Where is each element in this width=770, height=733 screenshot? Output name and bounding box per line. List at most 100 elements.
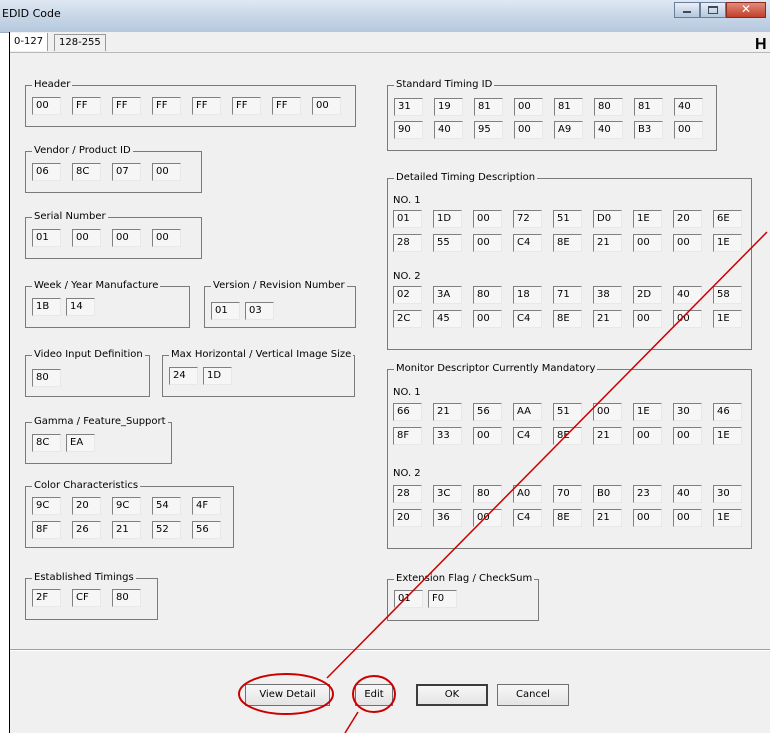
- hex-field[interactable]: 8E: [553, 310, 582, 328]
- hex-field[interactable]: 33: [433, 427, 462, 445]
- hex-field[interactable]: 1D: [203, 367, 232, 385]
- hex-field[interactable]: 00: [312, 97, 341, 115]
- hex-field[interactable]: AA: [513, 403, 542, 421]
- hex-field[interactable]: FF: [152, 97, 181, 115]
- hex-field[interactable]: D0: [593, 210, 622, 228]
- hex-field[interactable]: 36: [433, 509, 462, 527]
- hex-field[interactable]: 21: [593, 427, 622, 445]
- hex-field[interactable]: 01: [211, 302, 240, 320]
- hex-field[interactable]: 00: [673, 310, 702, 328]
- hex-field[interactable]: 1E: [713, 509, 742, 527]
- ok-button[interactable]: OK: [416, 684, 488, 706]
- hex-field[interactable]: B3: [634, 121, 663, 139]
- hex-field[interactable]: 54: [152, 497, 181, 515]
- hex-field[interactable]: 00: [72, 229, 101, 247]
- hex-field[interactable]: 00: [673, 427, 702, 445]
- hex-field[interactable]: 24: [169, 367, 198, 385]
- hex-field[interactable]: 00: [32, 97, 61, 115]
- hex-field[interactable]: 00: [673, 509, 702, 527]
- hex-field[interactable]: 9C: [112, 497, 141, 515]
- hex-field[interactable]: 20: [393, 509, 422, 527]
- hex-field[interactable]: C4: [513, 310, 542, 328]
- hex-field[interactable]: 03: [245, 302, 274, 320]
- hex-field[interactable]: 00: [152, 163, 181, 181]
- hex-field[interactable]: 81: [474, 98, 503, 116]
- hex-field[interactable]: 1B: [32, 298, 61, 316]
- hex-field[interactable]: 30: [713, 485, 742, 503]
- hex-field[interactable]: 40: [673, 485, 702, 503]
- hex-field[interactable]: 1E: [713, 427, 742, 445]
- hex-field[interactable]: 01: [393, 210, 422, 228]
- hex-field[interactable]: 28: [393, 234, 422, 252]
- hex-field[interactable]: 28: [393, 485, 422, 503]
- hex-field[interactable]: 1E: [633, 210, 662, 228]
- hex-field[interactable]: 1E: [713, 234, 742, 252]
- hex-field[interactable]: 26: [72, 521, 101, 539]
- hex-field[interactable]: 21: [593, 310, 622, 328]
- hex-field[interactable]: 30: [673, 403, 702, 421]
- hex-field[interactable]: B0: [593, 485, 622, 503]
- hex-field[interactable]: C4: [513, 234, 542, 252]
- hex-field[interactable]: 8C: [72, 163, 101, 181]
- close-button[interactable]: ✕: [726, 2, 766, 18]
- hex-field[interactable]: 21: [112, 521, 141, 539]
- edit-button[interactable]: Edit: [355, 684, 393, 706]
- hex-field[interactable]: 21: [433, 403, 462, 421]
- hex-field[interactable]: 55: [433, 234, 462, 252]
- hex-field[interactable]: 80: [473, 485, 502, 503]
- hex-field[interactable]: 18: [513, 286, 542, 304]
- hex-field[interactable]: 81: [554, 98, 583, 116]
- hex-field[interactable]: 00: [633, 310, 662, 328]
- hex-field[interactable]: 01: [394, 590, 423, 608]
- minimize-button[interactable]: [674, 2, 700, 18]
- hex-field[interactable]: C4: [513, 427, 542, 445]
- hex-field[interactable]: 80: [112, 589, 141, 607]
- hex-field[interactable]: 1E: [633, 403, 662, 421]
- hex-field[interactable]: 40: [434, 121, 463, 139]
- hex-field[interactable]: 45: [433, 310, 462, 328]
- hex-field[interactable]: 07: [112, 163, 141, 181]
- hex-field[interactable]: 00: [473, 210, 502, 228]
- hex-field[interactable]: 95: [474, 121, 503, 139]
- hex-field[interactable]: 20: [72, 497, 101, 515]
- hex-field[interactable]: FF: [72, 97, 101, 115]
- hex-field[interactable]: 31: [394, 98, 423, 116]
- hex-field[interactable]: A9: [554, 121, 583, 139]
- hex-field[interactable]: FF: [192, 97, 221, 115]
- hex-field[interactable]: 80: [594, 98, 623, 116]
- hex-field[interactable]: 00: [473, 509, 502, 527]
- hex-field[interactable]: 00: [633, 234, 662, 252]
- hex-field[interactable]: 8E: [553, 509, 582, 527]
- hex-field[interactable]: FF: [112, 97, 141, 115]
- hex-field[interactable]: 00: [112, 229, 141, 247]
- hex-field[interactable]: 72: [513, 210, 542, 228]
- hex-field[interactable]: 06: [32, 163, 61, 181]
- hex-field[interactable]: FF: [232, 97, 261, 115]
- hex-field[interactable]: 21: [593, 234, 622, 252]
- hex-field[interactable]: EA: [66, 434, 95, 452]
- hex-field[interactable]: 8F: [32, 521, 61, 539]
- hex-field[interactable]: 81: [634, 98, 663, 116]
- hex-field[interactable]: 8C: [32, 434, 61, 452]
- hex-field[interactable]: 19: [434, 98, 463, 116]
- hex-field[interactable]: 23: [633, 485, 662, 503]
- hex-field[interactable]: 2F: [32, 589, 61, 607]
- hex-field[interactable]: F0: [428, 590, 457, 608]
- hex-field[interactable]: 9C: [32, 497, 61, 515]
- hex-field[interactable]: 52: [152, 521, 181, 539]
- hex-field[interactable]: 90: [394, 121, 423, 139]
- hex-field[interactable]: 40: [674, 98, 703, 116]
- hex-field[interactable]: FF: [272, 97, 301, 115]
- hex-field[interactable]: CF: [72, 589, 101, 607]
- hex-field[interactable]: 46: [713, 403, 742, 421]
- hex-field[interactable]: 00: [673, 234, 702, 252]
- hex-field[interactable]: 00: [473, 234, 502, 252]
- hex-field[interactable]: 02: [393, 286, 422, 304]
- hex-field[interactable]: 40: [594, 121, 623, 139]
- hex-field[interactable]: 56: [192, 521, 221, 539]
- hex-field[interactable]: 2D: [633, 286, 662, 304]
- hex-field[interactable]: 20: [673, 210, 702, 228]
- hex-field[interactable]: 58: [713, 286, 742, 304]
- view-detail-button[interactable]: View Detail: [245, 684, 330, 706]
- hex-field[interactable]: 00: [633, 509, 662, 527]
